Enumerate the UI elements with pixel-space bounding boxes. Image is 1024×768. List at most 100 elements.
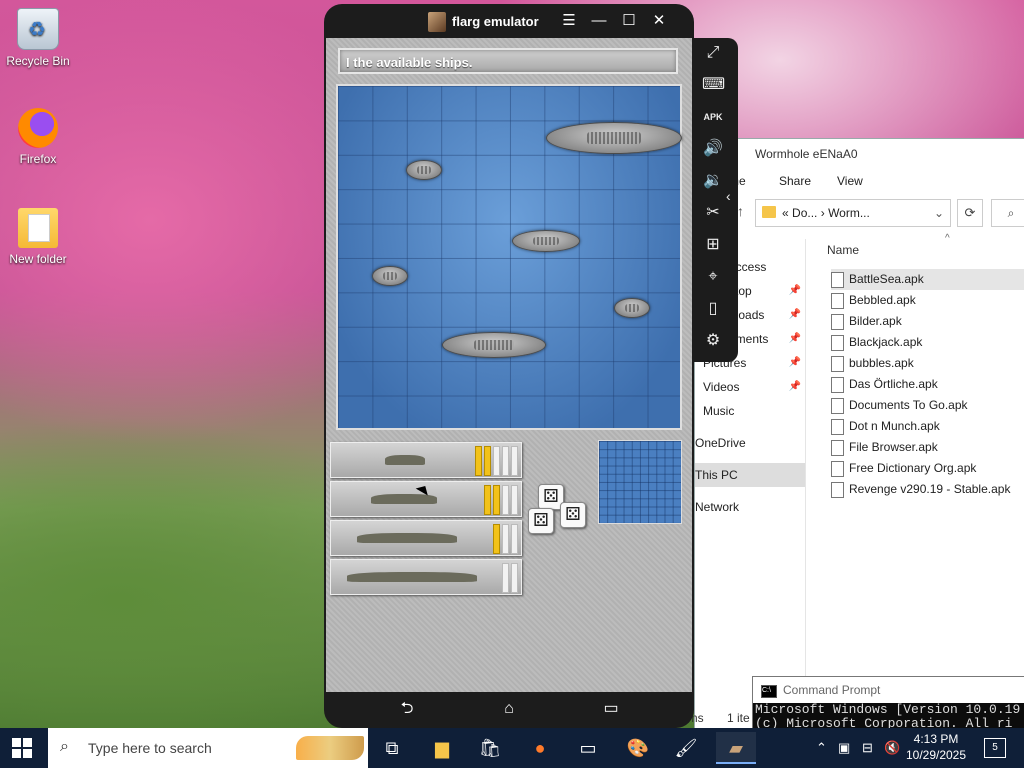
nav-item-music[interactable]: Music bbox=[695, 399, 805, 423]
search-icon[interactable]: ⌕ bbox=[991, 199, 1024, 227]
recents-button[interactable]: ▭ bbox=[596, 701, 626, 717]
network-icon[interactable]: ⊟ bbox=[862, 740, 873, 756]
address-path-2[interactable]: Worm... bbox=[828, 206, 870, 220]
firefox-icon[interactable]: ● bbox=[520, 732, 560, 764]
pin-icon: 📌 bbox=[788, 357, 801, 368]
ship-count-bar-empty bbox=[511, 446, 518, 476]
file-item[interactable]: Das Örtliche.apk bbox=[831, 374, 1024, 395]
ship-count-bars bbox=[493, 524, 518, 554]
address-bar[interactable]: « Do... › Worm... ⌄ bbox=[755, 199, 951, 227]
ship-small[interactable] bbox=[406, 160, 442, 180]
ship-large[interactable] bbox=[442, 332, 546, 358]
address-prefix: « bbox=[782, 206, 789, 220]
paint-icon[interactable]: 🎨 bbox=[618, 732, 658, 764]
add-icon[interactable]: ⊞ bbox=[702, 234, 724, 256]
ship-large[interactable] bbox=[546, 122, 682, 154]
nav-item-onedrive[interactable]: OneDrive bbox=[695, 431, 805, 455]
nav-item-this-pc[interactable]: This PC bbox=[695, 463, 805, 487]
file-item[interactable]: bubbles.apk bbox=[831, 353, 1024, 374]
file-item[interactable]: File Browser.apk bbox=[831, 437, 1024, 458]
nav-item-label: OneDrive bbox=[695, 436, 746, 450]
store-icon[interactable]: 🛍 bbox=[470, 732, 510, 764]
ship-count-bars bbox=[484, 485, 518, 515]
nav-item-label: Network bbox=[695, 500, 740, 514]
ship-small[interactable] bbox=[372, 266, 408, 286]
file-item[interactable]: Documents To Go.apk bbox=[831, 395, 1024, 416]
volume-up-icon[interactable]: 🔊 bbox=[702, 138, 724, 160]
taskbar-search[interactable]: ⌕ Type here to search bbox=[48, 728, 368, 768]
home-button[interactable]: ⌂ bbox=[494, 701, 524, 717]
minimize-button[interactable]: — bbox=[588, 10, 610, 32]
terminal-icon[interactable]: ▭ bbox=[568, 732, 608, 764]
address-path-1[interactable]: Do... bbox=[792, 206, 817, 220]
search-icon: ⌕ bbox=[60, 738, 69, 755]
notification-center-icon[interactable]: 5 bbox=[984, 738, 1006, 758]
file-item[interactable]: Bilder.apk bbox=[831, 311, 1024, 332]
dice[interactable]: ⚄ ⚄ ⚄ bbox=[526, 480, 592, 540]
meet-now-icon[interactable]: ▣ bbox=[838, 740, 850, 756]
emulator-logo-icon bbox=[428, 12, 446, 32]
sea-grid[interactable] bbox=[336, 84, 682, 430]
cmd-titlebar[interactable]: C:\ Command Prompt bbox=[753, 677, 1024, 703]
settings-icon[interactable]: ⚙ bbox=[702, 330, 724, 352]
nav-item-network[interactable]: Network bbox=[695, 495, 805, 519]
menu-item-view[interactable]: View bbox=[837, 174, 863, 188]
pin-icon: 📌 bbox=[788, 333, 801, 344]
taskbar: ⌕ Type here to search ⧉ ▆ 🛍 ● ▭ 🎨 🖌 ▰ ⌃ … bbox=[0, 728, 1024, 768]
desktop-icon-label: Recycle Bin bbox=[6, 54, 70, 68]
fullscreen-icon[interactable]: ⤢ bbox=[702, 42, 724, 64]
ship-count-bar-empty bbox=[502, 563, 509, 593]
file-item[interactable]: Bebbled.apk bbox=[831, 290, 1024, 311]
volume-down-icon[interactable]: 🔉 bbox=[702, 170, 724, 192]
fleet-row[interactable] bbox=[330, 442, 522, 478]
file-item[interactable]: Free Dictionary Org.apk bbox=[831, 458, 1024, 479]
nav-item-videos[interactable]: Videos 📌 bbox=[695, 375, 805, 399]
file-item[interactable]: Dot n Munch.apk bbox=[831, 416, 1024, 437]
collapse-chevron-icon[interactable]: ‹ bbox=[726, 188, 731, 204]
emulator-title: flarg emulator bbox=[452, 14, 539, 29]
location-icon[interactable]: ⌖ bbox=[702, 266, 724, 288]
file-explorer-icon[interactable]: ▆ bbox=[422, 732, 462, 764]
fleet-row[interactable] bbox=[330, 520, 522, 556]
menu-icon[interactable]: ☰ bbox=[558, 10, 580, 32]
shake-icon[interactable]: ▯ bbox=[702, 298, 724, 320]
flarg-emulator-icon[interactable]: ▰ bbox=[716, 732, 756, 764]
back-button[interactable]: ⮌ bbox=[392, 701, 422, 717]
close-button[interactable]: ✕ bbox=[648, 10, 670, 32]
ship-count-bar-empty bbox=[502, 524, 509, 554]
file-item[interactable]: BattleSea.apk bbox=[831, 269, 1024, 290]
command-prompt-window[interactable]: C:\ Command Prompt Microsoft Windows [Ve… bbox=[752, 676, 1024, 730]
ship-small[interactable] bbox=[614, 298, 650, 318]
chevron-up-icon[interactable]: ⌃ bbox=[816, 740, 827, 756]
file-item[interactable]: Blackjack.apk bbox=[831, 332, 1024, 353]
menu-item-share[interactable]: Share bbox=[779, 174, 811, 188]
sort-up-icon: ^ bbox=[945, 233, 950, 244]
maximize-button[interactable]: ☐ bbox=[618, 10, 640, 32]
emulator-titlebar[interactable]: flarg emulator ☰ — ☐ ✕ bbox=[324, 4, 694, 40]
fleet-row[interactable] bbox=[330, 559, 522, 595]
scissors-icon[interactable]: ✂ bbox=[702, 202, 724, 224]
taskbar-clock[interactable]: 4:13 PM 10/29/2025 bbox=[890, 731, 982, 763]
pin-icon: 📌 bbox=[788, 285, 801, 296]
refresh-button[interactable]: ⟳ bbox=[957, 199, 983, 227]
desktop-icon-new-folder[interactable]: New folder bbox=[0, 208, 76, 266]
search-placeholder: Type here to search bbox=[88, 740, 212, 756]
die: ⚄ bbox=[528, 508, 554, 534]
start-button[interactable] bbox=[12, 738, 32, 758]
ship-count-bars bbox=[475, 446, 518, 476]
paint-3d-icon[interactable]: 🖌 bbox=[666, 732, 706, 764]
desktop-icon-recycle-bin[interactable]: Recycle Bin bbox=[0, 8, 76, 68]
up-arrow-icon[interactable]: ↑ bbox=[737, 203, 744, 219]
ship-count-bar-filled bbox=[493, 485, 500, 515]
column-header-name[interactable]: Name bbox=[827, 243, 859, 257]
mini-sea-grid[interactable] bbox=[598, 440, 682, 524]
chevron-down-icon[interactable]: ⌄ bbox=[934, 200, 944, 226]
apk-icon[interactable]: APK bbox=[702, 106, 724, 128]
pin-icon: 📌 bbox=[788, 381, 801, 392]
android-screen[interactable]: I the available ships. ⚄ ⚄ ⚄ bbox=[326, 38, 692, 692]
file-item[interactable]: Revenge v290.19 - Stable.apk bbox=[831, 479, 1024, 500]
ship-medium[interactable] bbox=[512, 230, 580, 252]
task-view-icon[interactable]: ⧉ bbox=[372, 732, 412, 764]
keyboard-icon[interactable]: ⌨ bbox=[702, 74, 725, 96]
desktop-icon-firefox[interactable]: Firefox bbox=[0, 108, 76, 166]
